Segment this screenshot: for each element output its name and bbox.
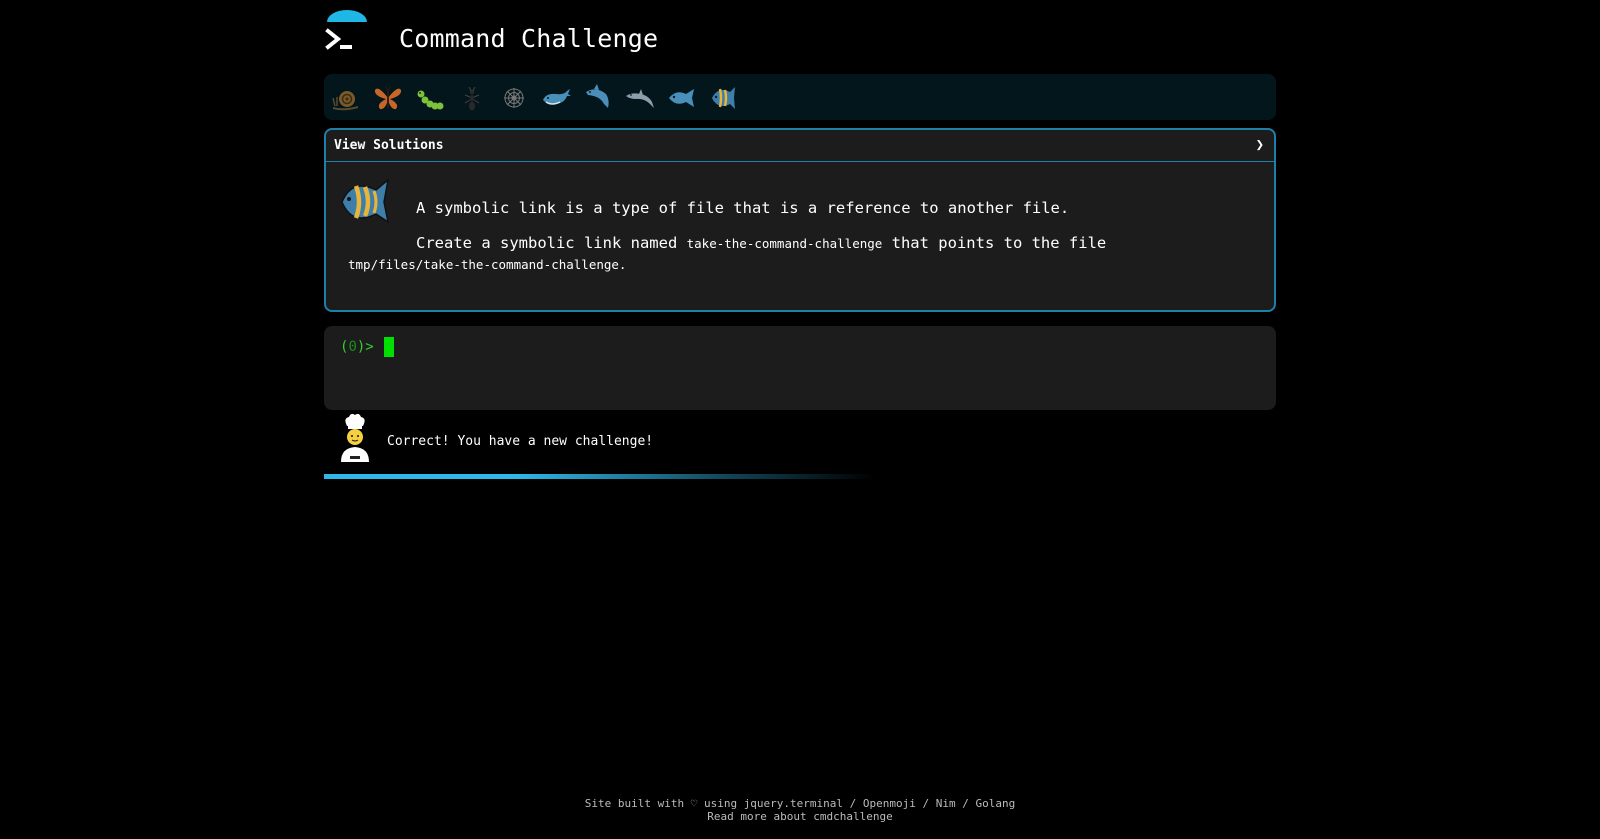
link-jquery-terminal[interactable]: jquery.terminal <box>744 797 843 810</box>
prompt-count: 0 <box>348 339 357 355</box>
footer-line-credits: Site built with ♡ using jquery.terminal … <box>0 797 1600 810</box>
link-read-more[interactable]: Read more about cmdchallenge <box>707 810 892 823</box>
progress-fill <box>324 474 877 479</box>
task-prefix: Create a symbolic link named <box>416 234 687 252</box>
site-header: Command Challenge <box>324 0 1276 70</box>
footer-built-with: Site built with <box>584 797 691 810</box>
page: Command Challenge View Solutions ❯ A sym… <box>324 0 1276 479</box>
footer-sep: / <box>955 797 976 810</box>
footer-sep: / <box>843 797 863 810</box>
terminal-prompt: (0)> <box>340 339 374 355</box>
challenge-task-target: tmp/files/take-the-command-challenge. <box>348 257 626 272</box>
butterfly-icon[interactable] <box>372 82 404 114</box>
challenge-intro: A symbolic link is a type of file that i… <box>416 199 1070 217</box>
task-middle: that points to the file <box>882 234 1107 252</box>
site-title[interactable]: Command Challenge <box>399 24 658 53</box>
spider-web-icon[interactable] <box>498 82 530 114</box>
dolphin-icon[interactable] <box>624 82 656 114</box>
link-golang[interactable]: Golang <box>976 797 1016 810</box>
site-footer: Site built with ♡ using jquery.terminal … <box>0 797 1600 823</box>
caterpillar-icon[interactable] <box>414 82 446 114</box>
link-openmoji[interactable]: Openmoji <box>863 797 916 810</box>
terminal[interactable]: (0)> <box>324 326 1276 410</box>
chef-icon <box>341 413 369 462</box>
view-solutions-toggle[interactable]: View Solutions ❯ <box>326 130 1274 162</box>
ant-icon[interactable] <box>456 82 488 114</box>
chevron-right-icon: ❯ <box>1255 137 1264 153</box>
terminal-prompt-icon[interactable] <box>324 10 370 56</box>
footer-using: using <box>697 797 744 810</box>
tropical-fish-icon <box>341 178 390 224</box>
challenge-panel: View Solutions ❯ A symbolic link is a ty… <box>324 128 1276 312</box>
snail-icon[interactable] <box>330 82 362 114</box>
footer-sep: / <box>915 797 936 810</box>
view-solutions-label: View Solutions <box>334 138 444 153</box>
feedback-message: Correct! You have a new challenge! <box>387 434 654 449</box>
progress-track <box>324 474 1276 479</box>
prompt-close: )> <box>356 339 374 355</box>
link-nim[interactable]: Nim <box>936 797 956 810</box>
challenge-progress-bar <box>324 74 1276 120</box>
challenge-task: Create a symbolic link named take-the-co… <box>416 234 1106 252</box>
fish-icon[interactable] <box>666 82 698 114</box>
task-link-name: take-the-command-challenge <box>686 236 883 251</box>
tropical-fish-icon[interactable] <box>708 82 740 114</box>
shark-icon[interactable] <box>582 82 614 114</box>
terminal-cursor[interactable] <box>384 337 394 357</box>
whale-icon[interactable] <box>540 82 572 114</box>
task-target-path: tmp/files/take-the-command-challenge. <box>348 257 627 272</box>
